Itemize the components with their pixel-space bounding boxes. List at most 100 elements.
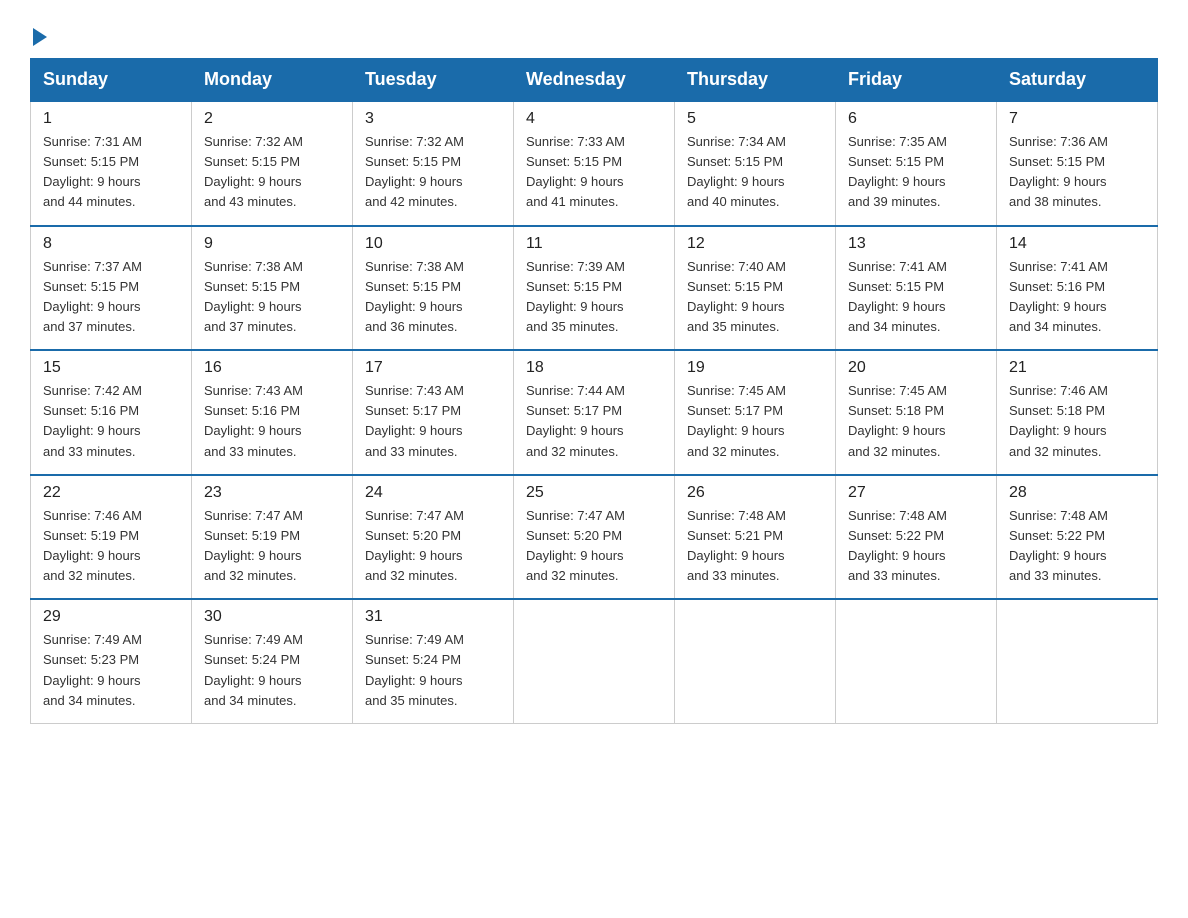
calendar-cell: 22 Sunrise: 7:46 AMSunset: 5:19 PMDaylig… <box>31 475 192 600</box>
day-info: Sunrise: 7:36 AMSunset: 5:15 PMDaylight:… <box>1009 134 1108 209</box>
calendar-cell: 10 Sunrise: 7:38 AMSunset: 5:15 PMDaylig… <box>353 226 514 351</box>
day-info: Sunrise: 7:34 AMSunset: 5:15 PMDaylight:… <box>687 134 786 209</box>
day-info: Sunrise: 7:49 AMSunset: 5:24 PMDaylight:… <box>204 632 303 707</box>
calendar-cell <box>997 599 1158 723</box>
calendar-cell: 8 Sunrise: 7:37 AMSunset: 5:15 PMDayligh… <box>31 226 192 351</box>
day-number: 6 <box>848 110 984 128</box>
day-number: 9 <box>204 235 340 253</box>
calendar-cell <box>836 599 997 723</box>
day-number: 31 <box>365 608 501 626</box>
calendar-cell: 1 Sunrise: 7:31 AMSunset: 5:15 PMDayligh… <box>31 101 192 226</box>
day-number: 5 <box>687 110 823 128</box>
day-info: Sunrise: 7:43 AMSunset: 5:16 PMDaylight:… <box>204 383 303 458</box>
page-header <box>30 20 1158 40</box>
calendar-cell: 21 Sunrise: 7:46 AMSunset: 5:18 PMDaylig… <box>997 350 1158 475</box>
day-info: Sunrise: 7:45 AMSunset: 5:18 PMDaylight:… <box>848 383 947 458</box>
calendar-cell <box>675 599 836 723</box>
day-info: Sunrise: 7:49 AMSunset: 5:24 PMDaylight:… <box>365 632 464 707</box>
day-number: 30 <box>204 608 340 626</box>
calendar-cell: 28 Sunrise: 7:48 AMSunset: 5:22 PMDaylig… <box>997 475 1158 600</box>
day-info: Sunrise: 7:31 AMSunset: 5:15 PMDaylight:… <box>43 134 142 209</box>
calendar-cell: 17 Sunrise: 7:43 AMSunset: 5:17 PMDaylig… <box>353 350 514 475</box>
calendar-cell: 25 Sunrise: 7:47 AMSunset: 5:20 PMDaylig… <box>514 475 675 600</box>
calendar-cell: 23 Sunrise: 7:47 AMSunset: 5:19 PMDaylig… <box>192 475 353 600</box>
day-info: Sunrise: 7:45 AMSunset: 5:17 PMDaylight:… <box>687 383 786 458</box>
calendar-cell: 7 Sunrise: 7:36 AMSunset: 5:15 PMDayligh… <box>997 101 1158 226</box>
day-number: 20 <box>848 359 984 377</box>
calendar-cell: 19 Sunrise: 7:45 AMSunset: 5:17 PMDaylig… <box>675 350 836 475</box>
day-number: 26 <box>687 484 823 502</box>
day-number: 12 <box>687 235 823 253</box>
calendar-header-row: SundayMondayTuesdayWednesdayThursdayFrid… <box>31 59 1158 102</box>
day-number: 4 <box>526 110 662 128</box>
column-header-friday: Friday <box>836 59 997 102</box>
day-number: 18 <box>526 359 662 377</box>
day-number: 7 <box>1009 110 1145 128</box>
calendar-week-row: 22 Sunrise: 7:46 AMSunset: 5:19 PMDaylig… <box>31 475 1158 600</box>
column-header-tuesday: Tuesday <box>353 59 514 102</box>
day-info: Sunrise: 7:32 AMSunset: 5:15 PMDaylight:… <box>365 134 464 209</box>
day-info: Sunrise: 7:41 AMSunset: 5:15 PMDaylight:… <box>848 259 947 334</box>
calendar-cell: 9 Sunrise: 7:38 AMSunset: 5:15 PMDayligh… <box>192 226 353 351</box>
day-number: 13 <box>848 235 984 253</box>
day-info: Sunrise: 7:44 AMSunset: 5:17 PMDaylight:… <box>526 383 625 458</box>
calendar-table: SundayMondayTuesdayWednesdayThursdayFrid… <box>30 58 1158 724</box>
calendar-cell: 29 Sunrise: 7:49 AMSunset: 5:23 PMDaylig… <box>31 599 192 723</box>
day-info: Sunrise: 7:32 AMSunset: 5:15 PMDaylight:… <box>204 134 303 209</box>
day-info: Sunrise: 7:48 AMSunset: 5:22 PMDaylight:… <box>1009 508 1108 583</box>
column-header-monday: Monday <box>192 59 353 102</box>
day-number: 19 <box>687 359 823 377</box>
calendar-cell: 24 Sunrise: 7:47 AMSunset: 5:20 PMDaylig… <box>353 475 514 600</box>
calendar-cell: 11 Sunrise: 7:39 AMSunset: 5:15 PMDaylig… <box>514 226 675 351</box>
calendar-cell: 4 Sunrise: 7:33 AMSunset: 5:15 PMDayligh… <box>514 101 675 226</box>
calendar-cell: 15 Sunrise: 7:42 AMSunset: 5:16 PMDaylig… <box>31 350 192 475</box>
day-number: 16 <box>204 359 340 377</box>
calendar-cell: 26 Sunrise: 7:48 AMSunset: 5:21 PMDaylig… <box>675 475 836 600</box>
day-info: Sunrise: 7:42 AMSunset: 5:16 PMDaylight:… <box>43 383 142 458</box>
day-info: Sunrise: 7:47 AMSunset: 5:20 PMDaylight:… <box>365 508 464 583</box>
day-info: Sunrise: 7:41 AMSunset: 5:16 PMDaylight:… <box>1009 259 1108 334</box>
calendar-week-row: 8 Sunrise: 7:37 AMSunset: 5:15 PMDayligh… <box>31 226 1158 351</box>
day-info: Sunrise: 7:46 AMSunset: 5:19 PMDaylight:… <box>43 508 142 583</box>
day-number: 22 <box>43 484 179 502</box>
calendar-cell: 16 Sunrise: 7:43 AMSunset: 5:16 PMDaylig… <box>192 350 353 475</box>
calendar-cell: 31 Sunrise: 7:49 AMSunset: 5:24 PMDaylig… <box>353 599 514 723</box>
column-header-wednesday: Wednesday <box>514 59 675 102</box>
calendar-cell: 27 Sunrise: 7:48 AMSunset: 5:22 PMDaylig… <box>836 475 997 600</box>
day-number: 28 <box>1009 484 1145 502</box>
day-number: 3 <box>365 110 501 128</box>
day-info: Sunrise: 7:40 AMSunset: 5:15 PMDaylight:… <box>687 259 786 334</box>
calendar-cell: 12 Sunrise: 7:40 AMSunset: 5:15 PMDaylig… <box>675 226 836 351</box>
calendar-week-row: 1 Sunrise: 7:31 AMSunset: 5:15 PMDayligh… <box>31 101 1158 226</box>
day-info: Sunrise: 7:33 AMSunset: 5:15 PMDaylight:… <box>526 134 625 209</box>
calendar-cell: 3 Sunrise: 7:32 AMSunset: 5:15 PMDayligh… <box>353 101 514 226</box>
day-info: Sunrise: 7:47 AMSunset: 5:19 PMDaylight:… <box>204 508 303 583</box>
day-number: 21 <box>1009 359 1145 377</box>
day-info: Sunrise: 7:49 AMSunset: 5:23 PMDaylight:… <box>43 632 142 707</box>
day-number: 1 <box>43 110 179 128</box>
day-info: Sunrise: 7:39 AMSunset: 5:15 PMDaylight:… <box>526 259 625 334</box>
day-info: Sunrise: 7:43 AMSunset: 5:17 PMDaylight:… <box>365 383 464 458</box>
day-number: 27 <box>848 484 984 502</box>
day-number: 23 <box>204 484 340 502</box>
calendar-cell: 6 Sunrise: 7:35 AMSunset: 5:15 PMDayligh… <box>836 101 997 226</box>
calendar-cell: 30 Sunrise: 7:49 AMSunset: 5:24 PMDaylig… <box>192 599 353 723</box>
day-info: Sunrise: 7:38 AMSunset: 5:15 PMDaylight:… <box>365 259 464 334</box>
calendar-cell: 20 Sunrise: 7:45 AMSunset: 5:18 PMDaylig… <box>836 350 997 475</box>
day-number: 2 <box>204 110 340 128</box>
day-number: 11 <box>526 235 662 253</box>
day-info: Sunrise: 7:48 AMSunset: 5:21 PMDaylight:… <box>687 508 786 583</box>
column-header-saturday: Saturday <box>997 59 1158 102</box>
calendar-week-row: 29 Sunrise: 7:49 AMSunset: 5:23 PMDaylig… <box>31 599 1158 723</box>
day-number: 25 <box>526 484 662 502</box>
day-info: Sunrise: 7:46 AMSunset: 5:18 PMDaylight:… <box>1009 383 1108 458</box>
calendar-cell <box>514 599 675 723</box>
calendar-week-row: 15 Sunrise: 7:42 AMSunset: 5:16 PMDaylig… <box>31 350 1158 475</box>
day-number: 17 <box>365 359 501 377</box>
day-info: Sunrise: 7:37 AMSunset: 5:15 PMDaylight:… <box>43 259 142 334</box>
day-info: Sunrise: 7:47 AMSunset: 5:20 PMDaylight:… <box>526 508 625 583</box>
logo-arrow-icon <box>33 28 47 46</box>
day-info: Sunrise: 7:35 AMSunset: 5:15 PMDaylight:… <box>848 134 947 209</box>
day-number: 29 <box>43 608 179 626</box>
column-header-thursday: Thursday <box>675 59 836 102</box>
